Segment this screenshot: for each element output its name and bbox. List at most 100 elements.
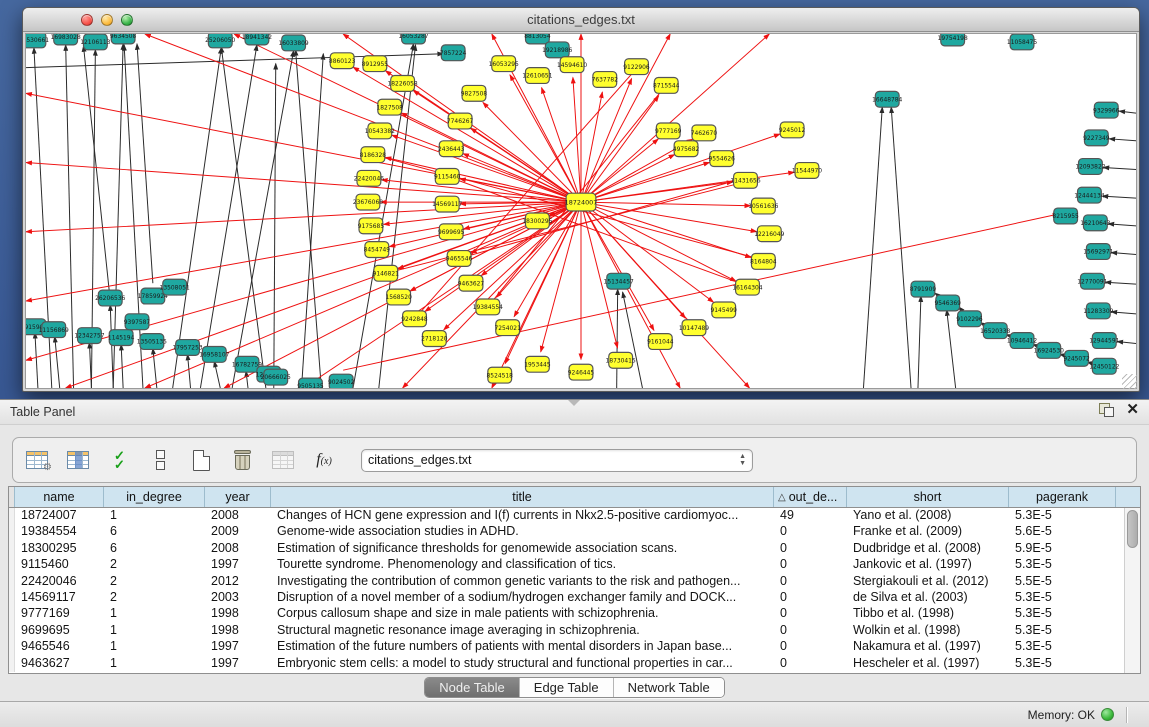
table-scrollbar[interactable] bbox=[1124, 508, 1140, 673]
graph-node[interactable]: 9463627 bbox=[458, 275, 485, 291]
graph-node[interactable]: 2436443 bbox=[438, 141, 465, 157]
column-header-title[interactable]: title bbox=[271, 487, 774, 507]
graph-node[interactable]: 16210643 bbox=[1080, 215, 1110, 231]
graph-node[interactable]: 9245012 bbox=[779, 122, 806, 138]
table-row[interactable]: 911546021997Tourette syndrome. Phenomeno… bbox=[9, 557, 1140, 573]
graph-node[interactable]: 12342757 bbox=[74, 328, 104, 344]
graph-node[interactable]: 14594610 bbox=[557, 57, 587, 73]
graph-node[interactable]: 9699695 bbox=[438, 224, 465, 240]
graph-node[interactable]: 8524518 bbox=[487, 367, 514, 383]
column-header-short[interactable]: short bbox=[847, 487, 1009, 507]
table-row[interactable]: 2242004622012Investigating the contribut… bbox=[9, 574, 1140, 590]
graph-node[interactable]: 12944591 bbox=[1089, 333, 1119, 349]
graph-node[interactable]: 18300295 bbox=[522, 213, 552, 229]
column-header-year[interactable]: year bbox=[205, 487, 271, 507]
graph-node[interactable]: 7857224 bbox=[440, 45, 467, 61]
graph-node[interactable]: 1568520 bbox=[385, 289, 412, 305]
graph-node[interactable]: 9397587 bbox=[124, 314, 151, 330]
graph-node[interactable]: 20530661 bbox=[26, 34, 49, 48]
graph-node[interactable]: 12106113 bbox=[80, 34, 110, 50]
graph-node[interactable]: 10946412 bbox=[1007, 333, 1037, 349]
graph-node[interactable]: 18941342 bbox=[242, 34, 272, 45]
graph-node[interactable]: 9146821 bbox=[373, 265, 400, 281]
tab-node-table[interactable]: Node Table bbox=[425, 678, 520, 697]
graph-node[interactable]: 7637782 bbox=[592, 72, 619, 88]
column-header-name[interactable]: name bbox=[15, 487, 104, 507]
graph-node[interactable]: 23676068 bbox=[353, 194, 383, 210]
graph-node[interactable]: 9329966 bbox=[1093, 102, 1120, 118]
graph-node[interactable]: 1827508 bbox=[377, 99, 404, 115]
graph-node[interactable]: 8715544 bbox=[653, 78, 680, 94]
graph-node[interactable]: 26206536 bbox=[95, 290, 125, 306]
window-resize-grip[interactable] bbox=[1122, 374, 1137, 389]
column-header-in-degree[interactable]: in_degree bbox=[104, 487, 205, 507]
graph-node[interactable]: 11544970 bbox=[792, 163, 822, 179]
graph-node[interactable]: 1145194 bbox=[108, 330, 135, 346]
graph-node[interactable]: 25206050 bbox=[205, 34, 235, 48]
graph-node[interactable]: 4975682 bbox=[673, 141, 700, 157]
table-settings-button[interactable]: ⚙ bbox=[23, 446, 51, 474]
graph-node[interactable]: 14569117 bbox=[432, 196, 462, 212]
graph-node[interactable]: 8860123 bbox=[329, 53, 356, 69]
citation-network-graph[interactable]: 2053066116983028121061139634508252060501… bbox=[26, 34, 1136, 388]
network-window-titlebar[interactable]: citations_edges.txt bbox=[23, 8, 1139, 32]
graph-node[interactable]: 9505135 bbox=[297, 378, 324, 388]
graph-node[interactable]: 12770091 bbox=[1077, 273, 1107, 289]
graph-node[interactable]: 9245072 bbox=[1063, 350, 1090, 366]
graph-node[interactable]: 9827508 bbox=[461, 85, 488, 101]
graph-node[interactable]: 9175685 bbox=[358, 218, 385, 234]
splitter-handle[interactable] bbox=[568, 400, 580, 406]
graph-node[interactable]: 7746267 bbox=[447, 113, 474, 129]
graph-node[interactable]: 16648784 bbox=[872, 91, 902, 107]
graph-node[interactable]: 19754198 bbox=[938, 34, 968, 46]
graph-node[interactable]: 11058475 bbox=[1007, 34, 1037, 50]
graph-node[interactable]: 9465546 bbox=[446, 251, 473, 267]
graph-node[interactable]: 8164804 bbox=[750, 254, 777, 270]
tab-edge-table[interactable]: Edge Table bbox=[520, 678, 614, 697]
close-panel-icon[interactable]: ✕ bbox=[1126, 403, 1139, 417]
graph-node[interactable]: 12610651 bbox=[522, 68, 552, 84]
graph-node[interactable]: 8912955 bbox=[362, 56, 389, 72]
graph-node[interactable]: 18724007 bbox=[565, 193, 598, 211]
table-row[interactable]: 977716911998Corpus callosum shape and si… bbox=[9, 606, 1140, 622]
table-row[interactable]: 1938455462009Genome-wide association stu… bbox=[9, 524, 1140, 540]
graph-node[interactable]: 19384554 bbox=[473, 299, 503, 315]
graph-node[interactable]: 12444134 bbox=[1074, 187, 1104, 203]
graph-node[interactable]: 7254021 bbox=[494, 320, 521, 336]
graph-node[interactable]: 20666025 bbox=[261, 369, 291, 385]
graph-node[interactable]: 7462670 bbox=[691, 125, 718, 141]
merge-rows-button[interactable] bbox=[146, 446, 174, 474]
graph-node[interactable]: 9161044 bbox=[647, 334, 674, 350]
graph-node[interactable]: 16164304 bbox=[732, 279, 762, 295]
table-row[interactable]: 1872400712008Changes of HCN gene express… bbox=[9, 508, 1140, 524]
graph-node[interactable]: 16983028 bbox=[51, 34, 81, 45]
graph-node[interactable]: 10147489 bbox=[679, 320, 709, 336]
graph-node[interactable]: 11431656 bbox=[730, 172, 760, 188]
column-header-out-de[interactable]: △out_de... bbox=[774, 487, 847, 507]
graph-node[interactable]: 9554626 bbox=[709, 151, 736, 167]
graph-node[interactable]: 9246445 bbox=[568, 364, 595, 380]
network-selector-dropdown[interactable]: citations_edges.txt ▲▼ bbox=[361, 449, 753, 472]
graph-node[interactable]: 9122906 bbox=[623, 59, 650, 75]
graph-node[interactable]: 10543382 bbox=[365, 123, 395, 139]
table-row[interactable]: 969969511998Structural magnetic resonanc… bbox=[9, 623, 1140, 639]
table-row[interactable]: 1456911722003Disruption of a novel membe… bbox=[9, 590, 1140, 606]
float-panel-icon[interactable] bbox=[1099, 403, 1114, 417]
graph-node[interactable]: 9115460 bbox=[434, 168, 461, 184]
graph-node[interactable]: 16053295 bbox=[489, 56, 519, 72]
function-builder-button[interactable]: f(x) bbox=[310, 446, 338, 474]
graph-node[interactable]: 16958107 bbox=[199, 346, 229, 362]
graph-node[interactable]: 13508051 bbox=[160, 279, 190, 295]
graph-node[interactable]: 9777169 bbox=[655, 123, 682, 139]
import-table-button[interactable]: ✓✓ bbox=[105, 446, 133, 474]
graph-node[interactable]: 22420046 bbox=[354, 170, 384, 186]
network-canvas[interactable]: 2053066116983028121061139634508252060501… bbox=[25, 33, 1137, 389]
graph-node[interactable]: 15692971 bbox=[1083, 244, 1113, 260]
graph-node[interactable]: 9024502 bbox=[328, 374, 355, 388]
graph-node[interactable]: 15134457 bbox=[604, 273, 634, 289]
new-column-button[interactable] bbox=[187, 446, 215, 474]
graph-node[interactable]: 10561636 bbox=[748, 198, 778, 214]
table-scrollbar-thumb[interactable] bbox=[1127, 510, 1138, 548]
column-header-pagerank[interactable]: pagerank bbox=[1009, 487, 1116, 507]
graph-node[interactable]: 16053287 bbox=[398, 34, 428, 44]
